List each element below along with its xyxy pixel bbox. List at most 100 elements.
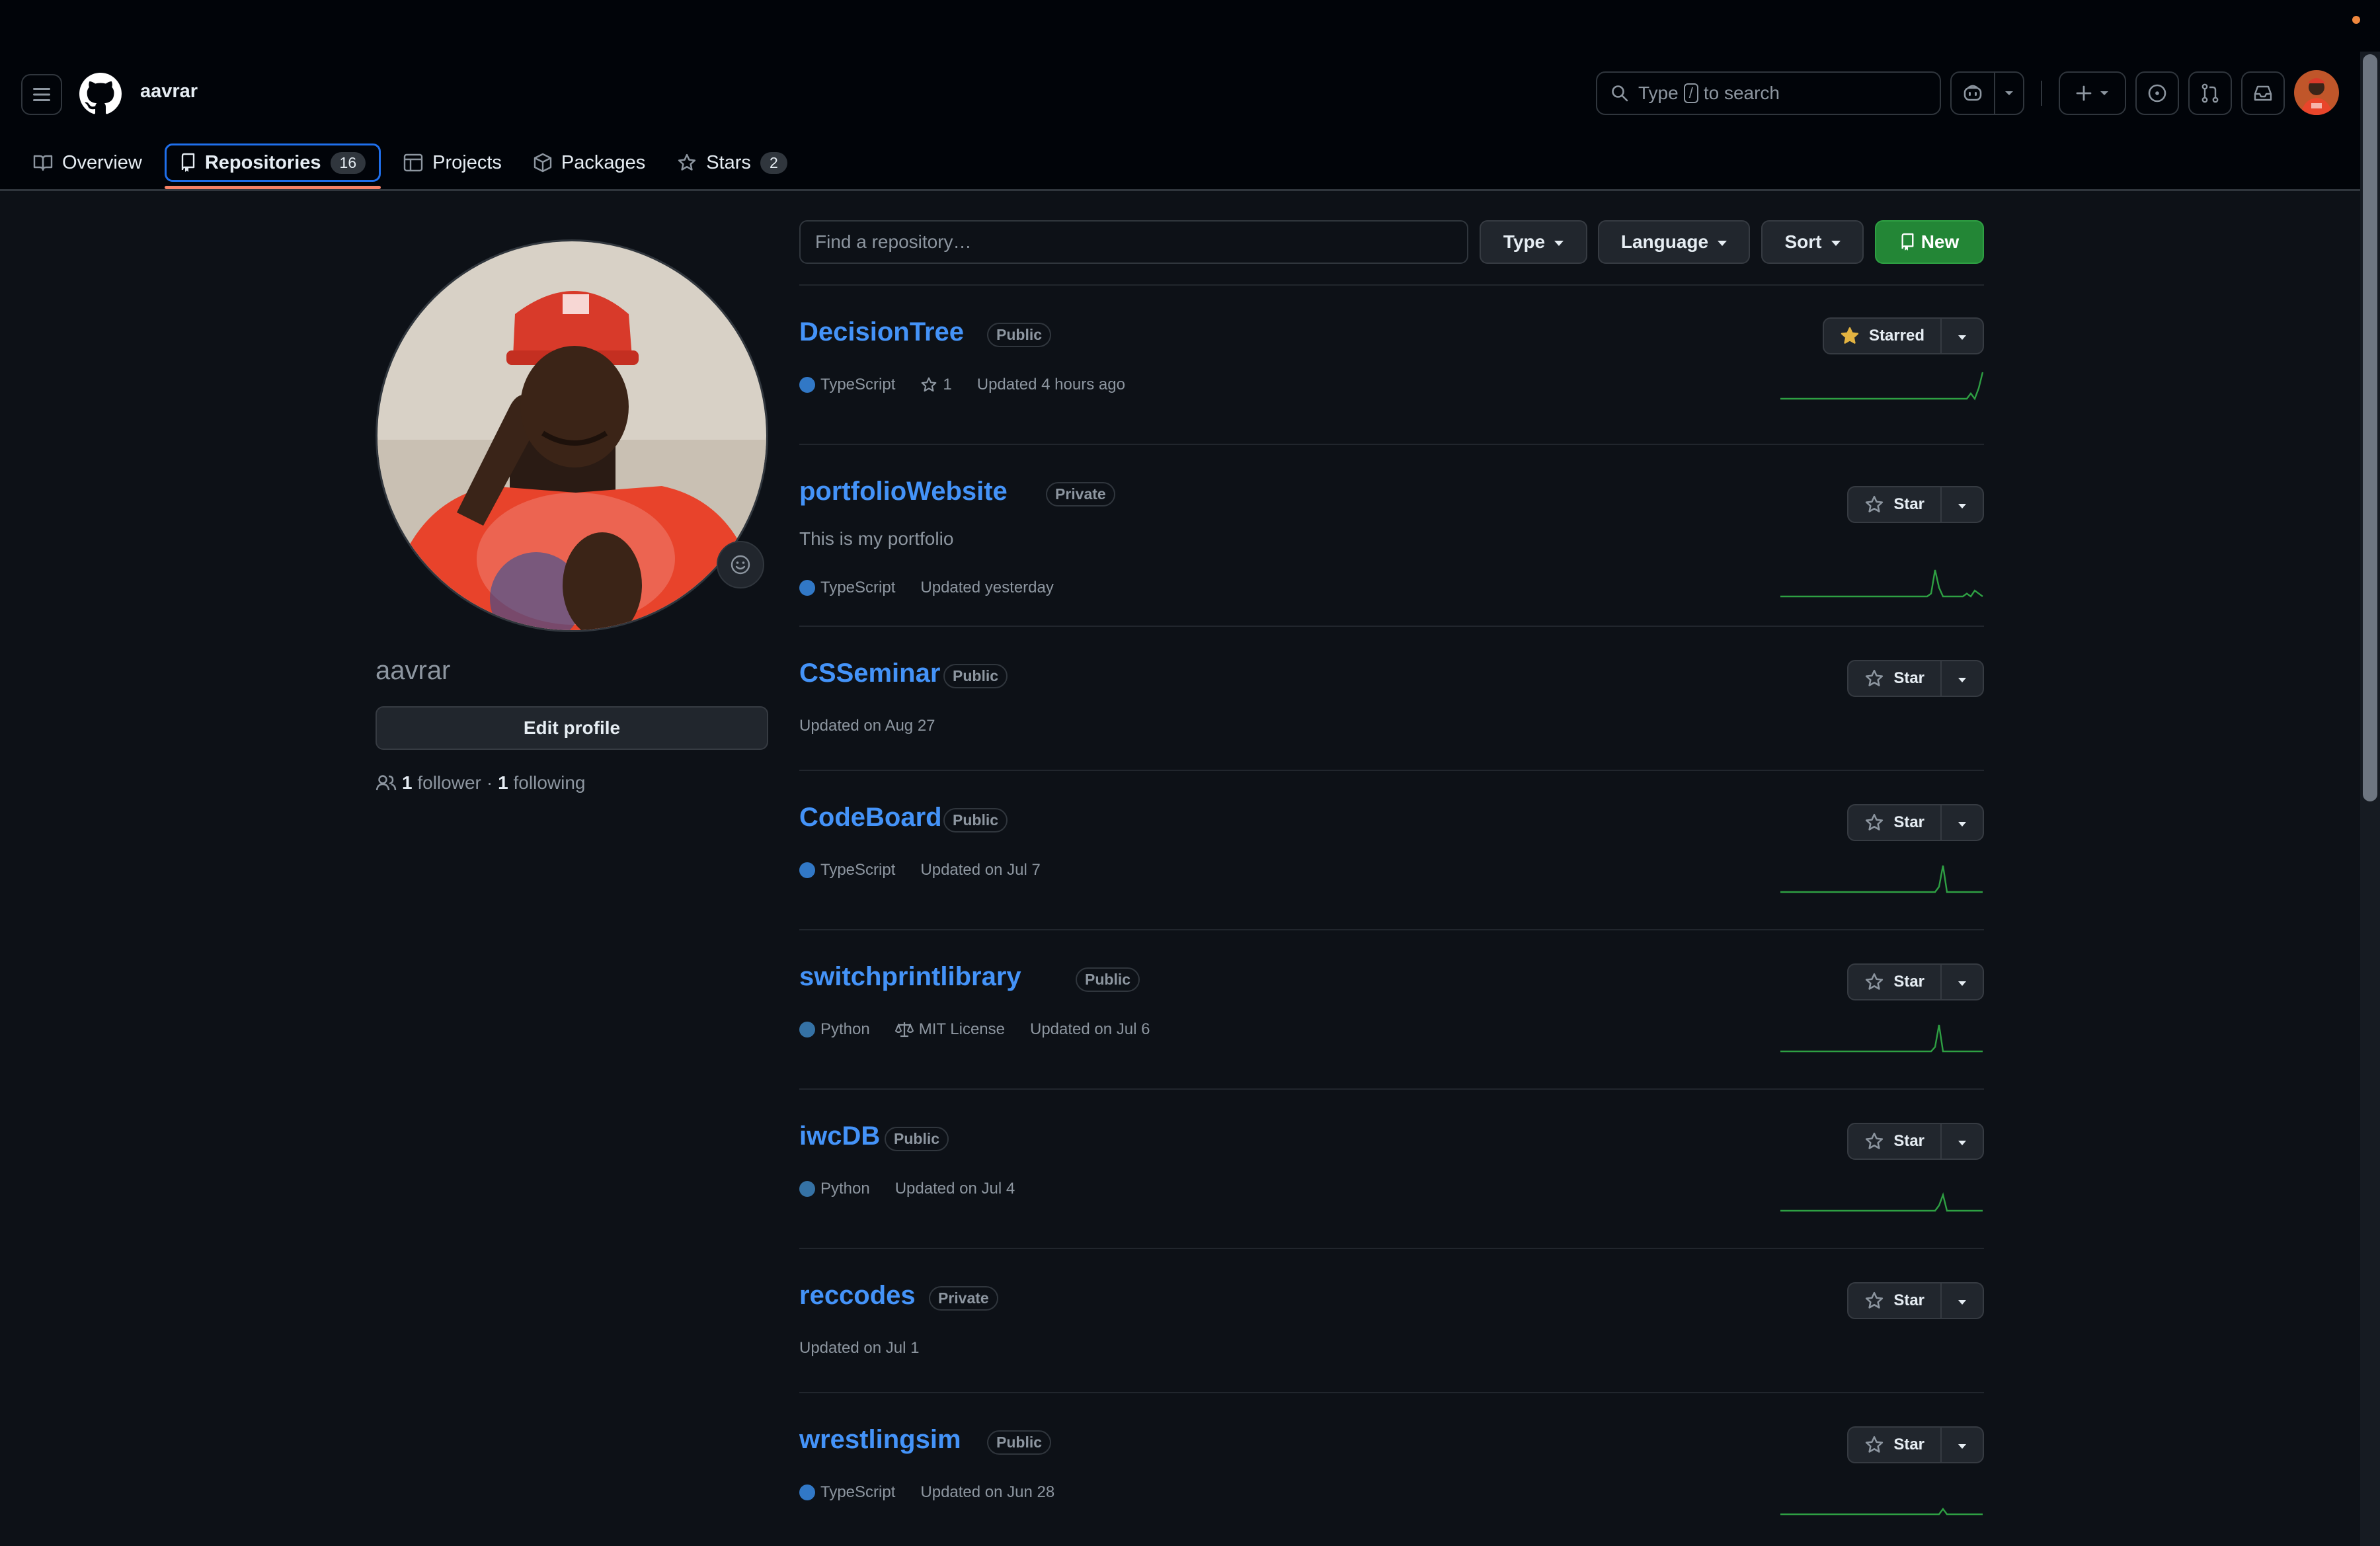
find-repository-input[interactable] <box>799 220 1468 264</box>
star-button[interactable]: Star <box>1847 1426 1942 1463</box>
license-name: MIT License <box>918 1020 1005 1038</box>
github-logo-icon[interactable] <box>79 73 122 115</box>
tab-projects[interactable]: Projects <box>394 143 511 182</box>
star-icon <box>1866 1436 1884 1453</box>
star-button[interactable]: Star <box>1847 486 1942 523</box>
visibility-badge: Public <box>885 1127 949 1151</box>
inbox-button[interactable] <box>2241 71 2285 115</box>
chevron-down-icon <box>1958 677 1966 682</box>
sort-label: Sort <box>1784 231 1822 252</box>
star-button[interactable]: Star <box>1847 1282 1942 1319</box>
copilot-dropdown-button[interactable] <box>1995 73 2023 114</box>
followers-label: follower <box>417 772 481 793</box>
search-prefix: Type <box>1638 83 1679 103</box>
copilot-button[interactable] <box>1952 73 1995 114</box>
star-lists-dropdown[interactable] <box>1942 317 1984 354</box>
star-button[interactable]: Star <box>1847 963 1942 1000</box>
sparkline-path <box>1780 865 1983 893</box>
repo-name-link[interactable]: portfolioWebsite <box>799 477 1008 507</box>
repo-item: portfolioWebsite Private This is my portfo… <box>799 444 1984 626</box>
menu-button[interactable] <box>21 74 62 115</box>
visibility-badge: Public <box>987 323 1052 347</box>
tab-label: Repositories <box>204 151 321 173</box>
star-button[interactable]: Star <box>1847 660 1942 697</box>
sort-button[interactable]: Sort <box>1761 220 1864 264</box>
repo-updated: Updated on Jul 7 <box>920 861 1041 879</box>
type-filter-button[interactable]: Type <box>1480 220 1587 264</box>
star-lists-dropdown[interactable] <box>1942 804 1984 841</box>
unstar-button[interactable]: Starred <box>1822 317 1942 354</box>
language-filter-button[interactable]: Language <box>1598 220 1750 264</box>
repo-name-link[interactable]: DecisionTree <box>799 317 964 347</box>
follow-separator: · <box>486 772 493 793</box>
sparkline-path <box>1780 1192 1983 1212</box>
repo-name-link[interactable]: iwcDB <box>799 1121 880 1151</box>
chevron-down-icon <box>1958 1444 1966 1449</box>
star-lists-dropdown[interactable] <box>1942 660 1984 697</box>
table-icon <box>403 153 423 172</box>
star-lists-dropdown[interactable] <box>1942 1426 1984 1463</box>
star-lists-dropdown[interactable] <box>1942 1282 1984 1319</box>
language-name: TypeScript <box>820 1483 896 1501</box>
repo-stargazers-link[interactable]: 1 <box>920 376 952 394</box>
scrollbar-thumb[interactable] <box>2363 54 2377 801</box>
repo-name-link[interactable]: switchprintlibrary <box>799 962 1021 992</box>
book-icon <box>33 155 53 171</box>
chevron-down-icon <box>1831 241 1841 246</box>
global-search[interactable]: Type / to search <box>1596 71 1941 115</box>
repo-updated: Updated on Jul 1 <box>799 1339 920 1357</box>
repo-updated: Updated on Aug 27 <box>799 717 935 735</box>
following-link[interactable]: 1 following <box>498 772 585 793</box>
star-icon <box>1866 1291 1884 1309</box>
repo-updated: Updated on Jul 6 <box>1030 1020 1150 1038</box>
activity-sparkline <box>1780 1508 1983 1516</box>
tab-stars[interactable]: Stars 2 <box>668 143 796 182</box>
star-lists-dropdown[interactable] <box>1942 963 1984 1000</box>
repo-name-link[interactable]: reccodes <box>799 1281 916 1311</box>
repo-name-link[interactable]: CodeBoard <box>799 803 942 833</box>
star-button-label: Star <box>1893 1436 1924 1453</box>
repo-name-link[interactable]: CSSeminar <box>799 659 940 688</box>
repository-list: DecisionTree Public TypeScript 1 Updated 4 h… <box>799 284 1984 1536</box>
chevron-down-icon <box>1958 1140 1966 1145</box>
repo-meta: TypeScript 1 Updated 4 hours ago <box>799 376 1125 394</box>
repo-icon <box>1901 233 1914 251</box>
star-lists-dropdown[interactable] <box>1942 486 1984 523</box>
star-icon <box>922 377 937 392</box>
star-button[interactable]: Star <box>1847 1123 1942 1160</box>
repo-icon <box>181 153 195 172</box>
sparkline-path <box>1780 372 1984 401</box>
repo-name-link[interactable]: wrestlingsim <box>799 1425 961 1455</box>
smiley-icon <box>731 555 750 575</box>
repo-meta: TypeScript Updated yesterday <box>799 579 1054 597</box>
profile-avatar[interactable] <box>376 239 768 632</box>
set-status-button[interactable] <box>717 541 764 589</box>
profile-owner-name[interactable]: aavrar <box>140 81 198 102</box>
star-button-label: Star <box>1893 973 1924 991</box>
chevron-down-icon <box>2100 91 2108 95</box>
selected-tab-underline <box>164 186 381 189</box>
repo-item: CSSeminar Public Updated on Aug 27 Star <box>799 626 1984 770</box>
tab-repositories[interactable]: Repositories 16 <box>164 143 381 189</box>
star-icon <box>1866 973 1884 990</box>
tab-packages[interactable]: Packages <box>524 143 654 182</box>
star-icon <box>1866 813 1884 831</box>
tab-label: Projects <box>432 151 502 173</box>
activity-sparkline <box>1780 569 1983 598</box>
star-button[interactable]: Star <box>1847 804 1942 841</box>
create-new-button[interactable] <box>2059 71 2126 115</box>
edit-profile-button[interactable]: Edit profile <box>376 706 768 750</box>
chevron-down-icon <box>1958 1299 1966 1305</box>
star-lists-dropdown[interactable] <box>1942 1123 1984 1160</box>
chevron-down-icon <box>2005 91 2013 95</box>
pull-requests-button[interactable] <box>2188 71 2232 115</box>
issues-button[interactable] <box>2135 71 2179 115</box>
user-avatar-menu[interactable] <box>2294 70 2339 115</box>
law-icon <box>894 1022 914 1037</box>
followers-link[interactable]: 1 follower <box>402 772 481 793</box>
tab-overview[interactable]: Overview <box>24 143 151 182</box>
new-repository-button[interactable]: New <box>1875 220 1984 264</box>
language-color-dot <box>799 1485 815 1500</box>
repo-license: MIT License <box>894 1020 1005 1039</box>
notification-dot <box>2352 16 2360 24</box>
